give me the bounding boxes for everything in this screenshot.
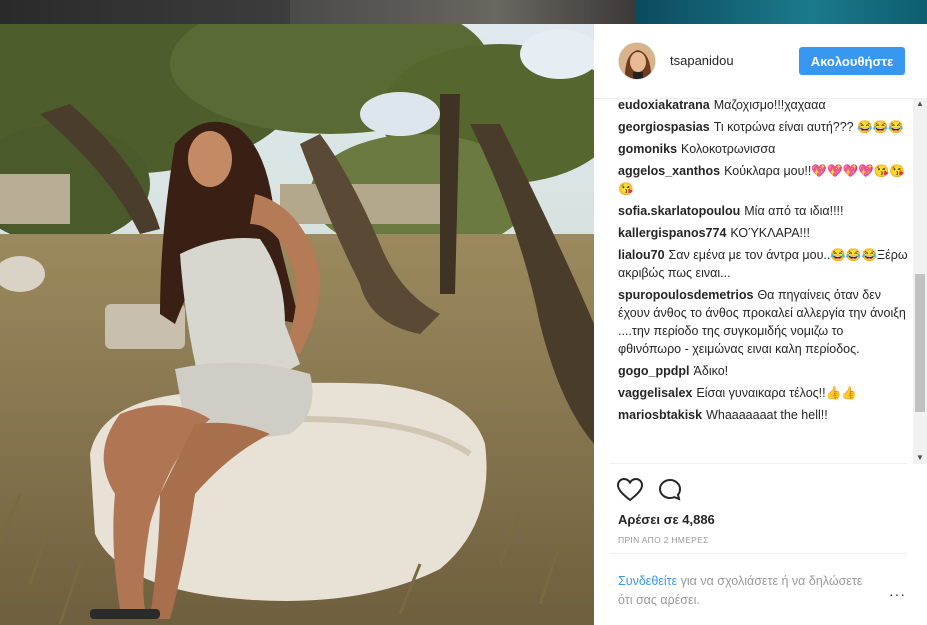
comment-item: gogo_ppdpl Άδικο!	[618, 362, 908, 380]
comments-scrollbar[interactable]: ▲ ▼	[913, 98, 927, 464]
comment-item: vaggelisalex Είσαι γυναικαρα τέλος!!👍👍	[618, 384, 908, 402]
comment-text: ΚΟΎΚΛΑΡΑ!!!	[730, 226, 810, 240]
comment-item: lialou70 Σαν εμένα με τον άντρα μου..😂😂😂Ξ…	[618, 246, 908, 282]
post-header: tsapanidou Ακολουθήστε	[594, 24, 927, 99]
heart-icon[interactable]	[616, 477, 644, 507]
comment-text: Whaaaaaaat the hell!!	[706, 408, 828, 422]
comment-username[interactable]: lialou70	[618, 248, 665, 262]
login-link[interactable]: Συνδεθείτε	[618, 574, 677, 588]
likes-count[interactable]: Αρέσει σε 4,886	[618, 512, 715, 527]
comment-item: sofia.skarlatopoulou Μία από τα ιδια!!!!	[618, 202, 908, 220]
comment-item: spuropoulosdemetrios Θα πηγαίνεις όταν δε…	[618, 286, 908, 358]
comment-text: Τι κοτρώνα είναι αυτή??? 😂😂😂	[713, 120, 904, 134]
follow-button[interactable]: Ακολουθήστε	[799, 47, 905, 75]
comment-text: Κολοκοτρωνισσα	[681, 142, 776, 156]
photo-illustration	[0, 24, 594, 625]
comment-item: kallergispanos774 ΚΟΎΚΛΑΡΑ!!!	[618, 224, 908, 242]
avatar[interactable]	[618, 42, 656, 80]
comment-item: eudoxiakatrana Μαζοχισμο!!!χαχααα	[618, 99, 908, 114]
comment-username[interactable]: georgiospasias	[618, 120, 710, 134]
comment-text: Μαζοχισμο!!!χαχααα	[713, 99, 826, 112]
comment-bubble-icon[interactable]	[658, 478, 682, 507]
scroll-down-arrow-icon[interactable]: ▼	[913, 452, 927, 464]
comment-username[interactable]: aggelos_xanthos	[618, 164, 720, 178]
comment-username[interactable]: sofia.skarlatopoulou	[618, 204, 740, 218]
background-feed-strip	[0, 0, 927, 24]
divider	[610, 553, 907, 554]
comment-username[interactable]: kallergispanos774	[618, 226, 726, 240]
comment-username[interactable]: gomoniks	[618, 142, 677, 156]
login-prompt: Συνδεθείτε για να σχολιάσετε ή να δηλώσε…	[618, 572, 878, 610]
avatar-image-icon	[619, 43, 655, 79]
comment-item: mariosbtakisk Whaaaaaaat the hell!!	[618, 406, 908, 424]
comment-item: gomoniks Κολοκοτρωνισσα	[618, 140, 908, 158]
comment-username[interactable]: mariosbtakisk	[618, 408, 702, 422]
comment-text: Είσαι γυναικαρα τέλος!!👍👍	[696, 386, 857, 400]
comment-text: Μία από τα ιδια!!!!	[744, 204, 844, 218]
comment-username[interactable]: vaggelisalex	[618, 386, 692, 400]
post-photo[interactable]	[0, 24, 594, 625]
post-timestamp: ΠΡΙΝ ΑΠΟ 2 ΗΜΕΡΕΣ	[618, 535, 709, 545]
post-username[interactable]: tsapanidou	[670, 53, 734, 68]
background-image-1	[0, 0, 290, 24]
comment-item: georgiospasias Τι κοτρώνα είναι αυτή??? 😂…	[618, 118, 908, 136]
comment-text: Άδικο!	[693, 364, 729, 378]
comment-username[interactable]: eudoxiakatrana	[618, 99, 710, 112]
comment-item: aggelos_xanthos Κούκλαρα μου!!💖💖💖💖😘😘😘	[618, 162, 908, 198]
comment-username[interactable]: gogo_ppdpl	[618, 364, 690, 378]
background-image-3	[635, 0, 927, 24]
divider	[610, 463, 907, 464]
scrollbar-thumb[interactable]	[915, 274, 925, 412]
comment-list[interactable]: eudoxiakatrana Μαζοχισμο!!!χαχααα georgio…	[618, 99, 908, 464]
scroll-up-arrow-icon[interactable]: ▲	[913, 98, 927, 110]
background-image-2	[290, 0, 635, 24]
more-dots-icon[interactable]: ···	[889, 586, 906, 602]
comment-username[interactable]: spuropoulosdemetrios	[618, 288, 753, 302]
